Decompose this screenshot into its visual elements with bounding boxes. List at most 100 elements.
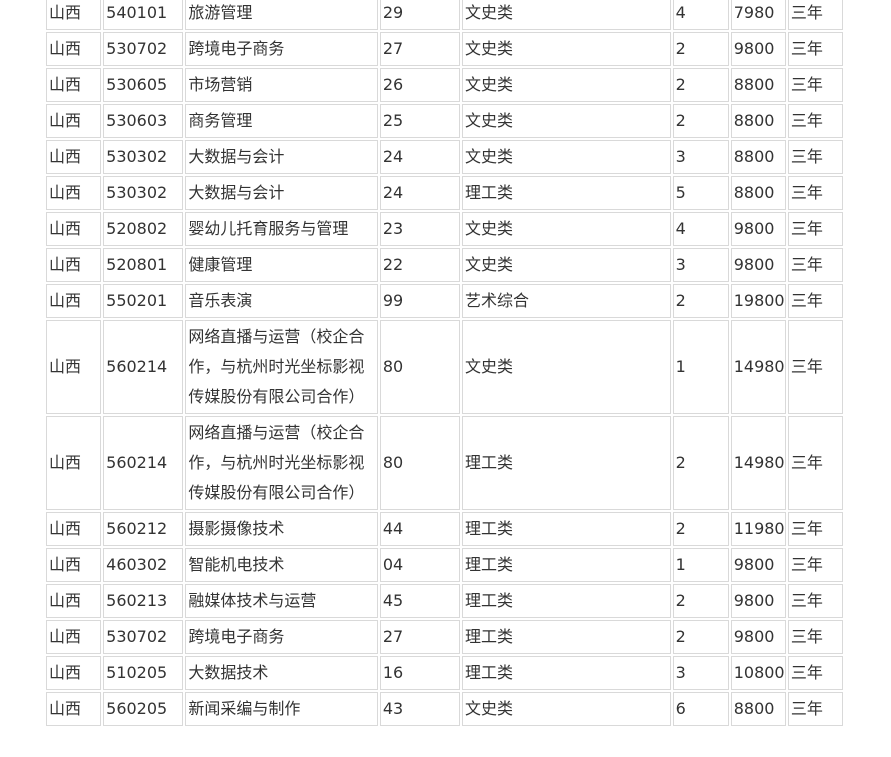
category-cell: 文史类: [462, 0, 671, 30]
major-cell: 融媒体技术与运营: [185, 584, 378, 618]
major-code-cell: 29: [379, 0, 461, 30]
table-row: 山西 530605 市场营销 26 文史类 2 8800 三年: [46, 68, 843, 102]
tuition-fee-cell: 9800: [730, 620, 786, 654]
plan-count-cell: 4: [672, 0, 729, 30]
code-cell: 560205: [103, 692, 184, 726]
tuition-fee-cell: 8800: [730, 68, 786, 102]
table-row: 山西 530302 大数据与会计 24 文史类 3 8800 三年: [46, 140, 843, 174]
admissions-plan-table: 山西 540101 旅游管理 29 文史类 4 7980 三年 山西 530702 跨境电子商务 27…: [44, 0, 845, 728]
duration-cell: 三年: [787, 512, 843, 546]
province-cell: 山西: [46, 320, 102, 414]
major-code-cell: 26: [379, 68, 461, 102]
table-row: 山西 510205 大数据技术 16 理工类 3 10800 三年: [46, 656, 843, 690]
duration-cell: 三年: [787, 104, 843, 138]
table-row: 山西 530702 跨境电子商务 27 理工类 2 9800 三年: [46, 620, 843, 654]
duration-cell: 三年: [787, 212, 843, 246]
province-cell: 山西: [46, 548, 102, 582]
major-code-cell: 80: [379, 320, 461, 414]
table-row: 山西 550201 音乐表演 99 艺术综合 2 19800 三年: [46, 284, 843, 318]
province-cell: 山西: [46, 176, 102, 210]
tuition-fee-cell: 14980: [730, 320, 786, 414]
duration-cell: 三年: [787, 548, 843, 582]
major-cell: 摄影摄像技术: [185, 512, 378, 546]
category-cell: 理工类: [462, 548, 671, 582]
code-cell: 520802: [103, 212, 184, 246]
plan-count-cell: 2: [672, 68, 729, 102]
tuition-fee-cell: 9800: [730, 584, 786, 618]
province-cell: 山西: [46, 68, 102, 102]
province-cell: 山西: [46, 212, 102, 246]
major-code-cell: 43: [379, 692, 461, 726]
plan-count-cell: 2: [672, 416, 729, 510]
table-row: 山西 540101 旅游管理 29 文史类 4 7980 三年: [46, 0, 843, 30]
province-cell: 山西: [46, 416, 102, 510]
table-row: 山西 520802 婴幼儿托育服务与管理 23 文史类 4 9800 三年: [46, 212, 843, 246]
table-row: 山西 530302 大数据与会计 24 理工类 5 8800 三年: [46, 176, 843, 210]
plan-count-cell: 1: [672, 548, 729, 582]
duration-cell: 三年: [787, 176, 843, 210]
tuition-fee-cell: 7980: [730, 0, 786, 30]
category-cell: 文史类: [462, 692, 671, 726]
duration-cell: 三年: [787, 0, 843, 30]
major-code-cell: 23: [379, 212, 461, 246]
tuition-fee-cell: 9800: [730, 212, 786, 246]
major-cell: 市场营销: [185, 68, 378, 102]
major-code-cell: 16: [379, 656, 461, 690]
category-cell: 理工类: [462, 656, 671, 690]
duration-cell: 三年: [787, 320, 843, 414]
province-cell: 山西: [46, 284, 102, 318]
major-cell: 大数据技术: [185, 656, 378, 690]
province-cell: 山西: [46, 104, 102, 138]
tuition-fee-cell: 9800: [730, 32, 786, 66]
major-cell: 跨境电子商务: [185, 620, 378, 654]
tuition-fee-cell: 11980: [730, 512, 786, 546]
category-cell: 文史类: [462, 212, 671, 246]
category-cell: 文史类: [462, 68, 671, 102]
code-cell: 530605: [103, 68, 184, 102]
code-cell: 460302: [103, 548, 184, 582]
duration-cell: 三年: [787, 248, 843, 282]
plan-count-cell: 3: [672, 656, 729, 690]
major-code-cell: 22: [379, 248, 461, 282]
code-cell: 560214: [103, 320, 184, 414]
major-cell: 智能机电技术: [185, 548, 378, 582]
duration-cell: 三年: [787, 32, 843, 66]
major-code-cell: 44: [379, 512, 461, 546]
category-cell: 文史类: [462, 32, 671, 66]
category-cell: 文史类: [462, 140, 671, 174]
province-cell: 山西: [46, 656, 102, 690]
plan-count-cell: 2: [672, 284, 729, 318]
plan-count-cell: 1: [672, 320, 729, 414]
tuition-fee-cell: 8800: [730, 176, 786, 210]
major-code-cell: 24: [379, 140, 461, 174]
plan-count-cell: 2: [672, 32, 729, 66]
major-cell: 商务管理: [185, 104, 378, 138]
duration-cell: 三年: [787, 416, 843, 510]
duration-cell: 三年: [787, 284, 843, 318]
category-cell: 理工类: [462, 416, 671, 510]
table-row: 山西 560214 网络直播与运营（校企合作，与杭州时光坐标影视传媒股份有限公司合作…: [46, 320, 843, 414]
duration-cell: 三年: [787, 692, 843, 726]
plan-count-cell: 5: [672, 176, 729, 210]
major-cell: 婴幼儿托育服务与管理: [185, 212, 378, 246]
major-code-cell: 80: [379, 416, 461, 510]
code-cell: 530302: [103, 176, 184, 210]
tuition-fee-cell: 10800: [730, 656, 786, 690]
province-cell: 山西: [46, 620, 102, 654]
tuition-fee-cell: 8800: [730, 104, 786, 138]
tuition-fee-cell: 9800: [730, 548, 786, 582]
major-cell: 网络直播与运营（校企合作，与杭州时光坐标影视传媒股份有限公司合作）: [185, 416, 378, 510]
code-cell: 530603: [103, 104, 184, 138]
major-code-cell: 25: [379, 104, 461, 138]
major-cell: 跨境电子商务: [185, 32, 378, 66]
major-code-cell: 24: [379, 176, 461, 210]
table-row: 山西 520801 健康管理 22 文史类 3 9800 三年: [46, 248, 843, 282]
province-cell: 山西: [46, 248, 102, 282]
code-cell: 540101: [103, 0, 184, 30]
province-cell: 山西: [46, 512, 102, 546]
major-cell: 音乐表演: [185, 284, 378, 318]
tuition-fee-cell: 8800: [730, 692, 786, 726]
plan-count-cell: 2: [672, 620, 729, 654]
duration-cell: 三年: [787, 68, 843, 102]
major-code-cell: 99: [379, 284, 461, 318]
